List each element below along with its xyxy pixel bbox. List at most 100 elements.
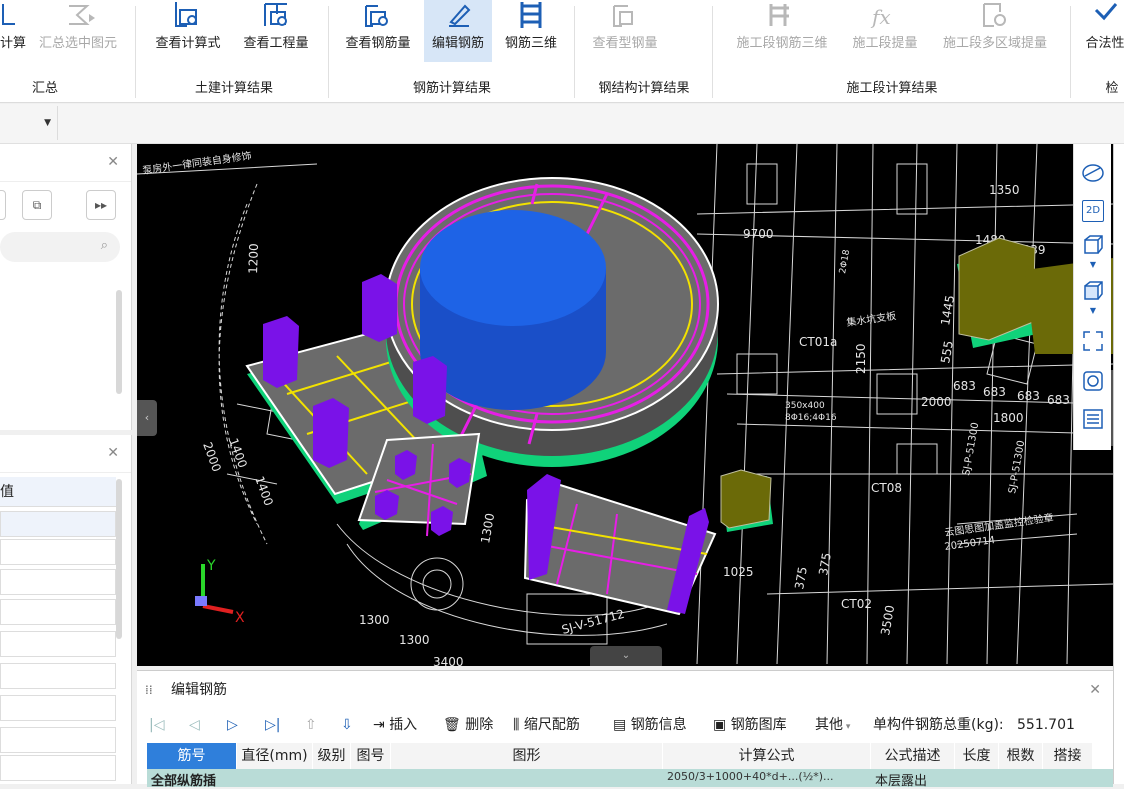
property-value-cell[interactable] — [0, 599, 116, 625]
cube-icon[interactable] — [1082, 234, 1104, 256]
view-quantity-label: 查看工程量 — [243, 36, 309, 51]
col-header-diameter[interactable]: 直径(mm) — [237, 743, 313, 769]
col-header-shape[interactable]: 图形 — [391, 743, 663, 769]
small-column[interactable] — [431, 506, 453, 536]
property-value-cell[interactable] — [0, 727, 116, 753]
close-icon[interactable]: ✕ — [1089, 671, 1101, 709]
view-rebar-button[interactable]: 查看钢筋量 — [338, 0, 418, 62]
rebar-3d-button[interactable]: 钢筋三维 — [498, 0, 564, 62]
chevron-down-icon[interactable]: ▼ — [1082, 306, 1104, 318]
blue-cylinder[interactable] — [420, 210, 606, 326]
cube-filled-icon[interactable] — [1082, 280, 1104, 302]
delete-label: 删除 — [465, 717, 494, 733]
delete-button[interactable]: 🗑 删除 — [443, 709, 493, 741]
collapse-bottom-handle[interactable]: ⌄ — [590, 646, 662, 666]
chevron-down-icon: ▼ — [44, 118, 51, 128]
column[interactable] — [313, 398, 349, 468]
viewport-scene: 9700 1200 2000 1400 1400 1300 1300 1300 … — [137, 144, 1113, 666]
last-record-icon[interactable]: ▷| — [265, 709, 280, 741]
move-down-icon[interactable]: ⇩ — [341, 709, 353, 741]
steel-doc-icon — [584, 0, 666, 34]
other-dropdown[interactable]: 其他 ▾ — [815, 709, 850, 743]
validity-button[interactable]: 合法性 — [1080, 0, 1124, 62]
cad-text: 泵房外一律同装自身修饰 — [142, 149, 253, 177]
property-value-cell[interactable] — [0, 539, 116, 565]
insert-button[interactable]: ⇥ 插入 — [373, 709, 417, 741]
rebar-library-button[interactable]: ▣ 钢筋图库 — [713, 709, 787, 741]
view-steel-label: 查看型钢量 — [592, 36, 658, 51]
prev-record-icon[interactable]: ◁ — [189, 709, 200, 741]
calc-button[interactable]: 计算 — [0, 0, 26, 62]
column[interactable] — [362, 274, 397, 342]
table-row[interactable]: 全部纵筋插 2050/3+1000+40*d+...(½*)... 本层露出 — [147, 769, 1113, 789]
view-quantity-button[interactable]: 查看工程量 — [236, 0, 316, 62]
col-header-formula-desc[interactable]: 公式描述 — [871, 743, 955, 769]
stage-quantity-button[interactable]: fx 施工段提量 — [846, 0, 924, 62]
cad-text: 云图思图加盖监控检验章 — [944, 511, 1055, 539]
insert-icon: ⇥ — [373, 717, 390, 733]
expand-icon[interactable]: ▸▸ — [86, 190, 116, 220]
other-label: 其他 — [815, 717, 843, 733]
edit-rebar-button[interactable]: 编辑钢筋 — [424, 0, 492, 62]
cad-text: SJ-V-51712 — [560, 607, 626, 637]
scrollbar[interactable] — [116, 479, 122, 639]
orbit-icon[interactable] — [1082, 162, 1104, 184]
property-value-cell[interactable] — [0, 511, 116, 537]
col-header-count[interactable]: 根数 — [999, 743, 1043, 769]
chevron-down-icon[interactable]: ▼ — [1082, 260, 1104, 272]
col-header-formula[interactable]: 计算公式 — [663, 743, 871, 769]
new-item-button[interactable] — [0, 190, 6, 220]
col-header-length[interactable]: 长度 — [955, 743, 999, 769]
move-up-icon[interactable]: ⇧ — [305, 709, 317, 741]
close-icon[interactable]: ✕ — [107, 445, 119, 461]
scrollbar[interactable] — [116, 290, 122, 394]
cad-text: 2000 — [921, 395, 952, 409]
2d-view-icon[interactable]: 2D — [1082, 200, 1104, 222]
fullscreen-icon[interactable] — [1082, 330, 1104, 352]
col-header-lap[interactable]: 搭接 — [1043, 743, 1093, 769]
axis-indicator: X Y — [195, 558, 245, 626]
separator — [135, 6, 136, 98]
scale-rebar-button[interactable]: ⫼ 缩尺配筋 — [513, 709, 580, 741]
column[interactable] — [263, 316, 299, 388]
layer-icon[interactable] — [1082, 370, 1104, 392]
list-icon[interactable] — [1082, 408, 1104, 430]
property-value-cell[interactable] — [0, 695, 116, 721]
drag-grip-icon[interactable]: ⁞⁞ — [145, 671, 153, 709]
property-value-cell[interactable] — [0, 663, 116, 689]
cell-bar-name: 全部纵筋插 — [151, 774, 217, 789]
group-stage-results: 施工段计算结果 — [846, 81, 938, 96]
floor-dropdown[interactable]: ▼ — [0, 106, 58, 140]
stage-multi-area-label: 施工段多区域提量 — [942, 36, 1047, 51]
rebar-library-label: 钢筋图库 — [730, 717, 787, 733]
close-icon[interactable]: ✕ — [107, 154, 119, 170]
cad-text: 683 — [983, 385, 1006, 399]
info-list-icon: ▤ — [613, 717, 631, 733]
column[interactable] — [413, 356, 447, 424]
component-panel: ✕ ⧉ ▸▸ ⌕ — [0, 144, 132, 430]
stage-multi-area-button[interactable]: 施工段多区域提量 — [934, 0, 1056, 62]
collapse-left-handle[interactable]: ‹ — [137, 400, 157, 436]
rebar-info-button[interactable]: ▤ 钢筋信息 — [613, 709, 687, 741]
summarize-selected-button[interactable]: 汇总选中图元 — [32, 0, 124, 62]
stage-rebar-3d-button[interactable]: 施工段钢筋三维 — [728, 0, 836, 62]
olive-pile-cap[interactable] — [958, 237, 1036, 341]
right-side-panel — [1113, 144, 1124, 784]
next-record-icon[interactable]: ▷ — [227, 709, 238, 741]
cad-text: 2000 — [200, 440, 224, 473]
edit-item-icon[interactable]: ⧉ — [22, 190, 52, 220]
group-summary: 汇总 — [31, 81, 58, 96]
search-input[interactable]: ⌕ — [0, 232, 120, 262]
col-header-grade[interactable]: 级别 — [313, 743, 351, 769]
3d-viewport[interactable]: 9700 1200 2000 1400 1400 1300 1300 1300 … — [137, 144, 1113, 666]
view-steel-button[interactable]: 查看型钢量 — [584, 0, 666, 62]
property-value-cell[interactable] — [0, 569, 116, 595]
property-value-cell[interactable] — [0, 631, 116, 657]
cad-text: 1800 — [993, 411, 1024, 425]
olive-pile-cap[interactable] — [720, 469, 772, 529]
property-value-cell[interactable] — [0, 755, 116, 781]
col-header-figure-no[interactable]: 图号 — [351, 743, 391, 769]
view-formula-button[interactable]: 查看计算式 — [148, 0, 228, 62]
first-record-icon[interactable]: |◁ — [149, 709, 164, 741]
col-header-bar-no[interactable]: 筋号 — [147, 743, 237, 769]
